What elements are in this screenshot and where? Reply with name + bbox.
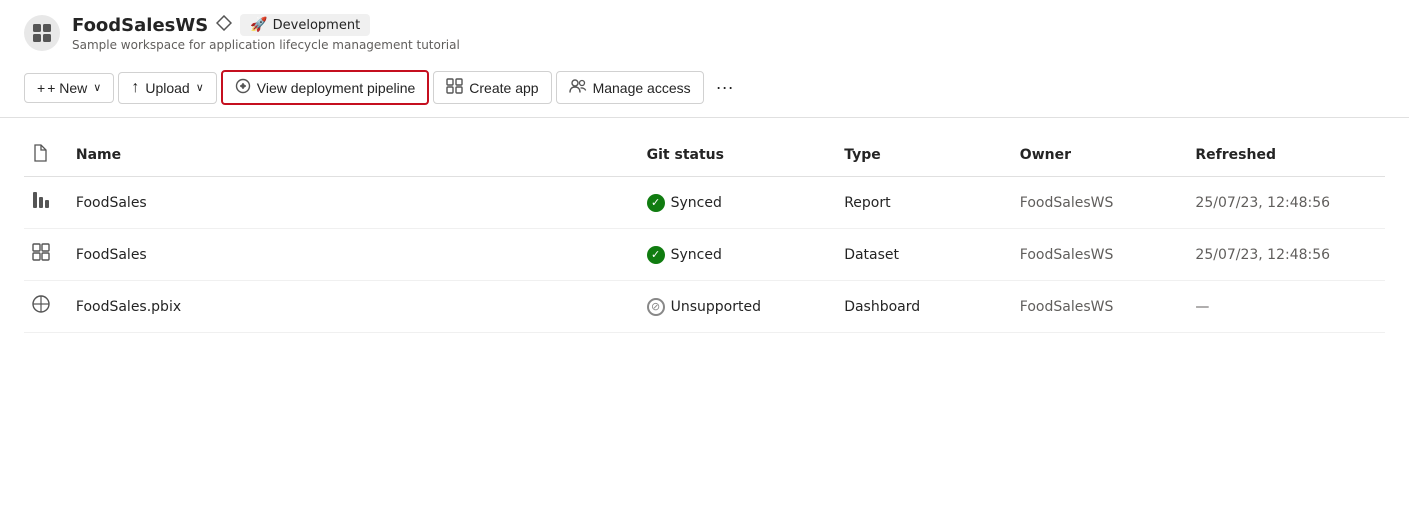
more-options-button[interactable]: ···	[708, 71, 742, 104]
git-status-label: Unsupported	[671, 299, 761, 315]
workspace-name: FoodSalesWS	[72, 15, 208, 36]
row-refreshed: 25/07/23, 12:48:56	[1187, 177, 1385, 229]
items-table: Name Git status Type Owner Refreshed Foo…	[24, 134, 1385, 333]
manage-access-icon	[569, 78, 587, 97]
row-type: Dataset	[836, 229, 1012, 281]
col-icon	[24, 134, 68, 177]
manage-access-button[interactable]: Manage access	[556, 71, 704, 104]
workspace-header: FoodSalesWS 🚀 Development Sample workspa…	[0, 0, 1409, 62]
table-row[interactable]: FoodSales.pbix ⊘ Unsupported DashboardFoodS…	[24, 281, 1385, 333]
workspace-subtitle: Sample workspace for application lifecyc…	[72, 38, 460, 52]
col-refreshed: Refreshed	[1187, 134, 1385, 177]
workspace-avatar	[24, 15, 60, 51]
upload-button[interactable]: ↑ Upload ∨	[118, 72, 216, 104]
row-owner: FoodSalesWS	[1012, 281, 1188, 333]
row-name[interactable]: FoodSales	[68, 177, 639, 229]
col-owner: Owner	[1012, 134, 1188, 177]
git-status-label: Synced	[671, 247, 722, 263]
pipeline-icon	[235, 78, 251, 97]
new-button[interactable]: + + New ∨	[24, 73, 114, 103]
upload-icon: ↑	[131, 79, 139, 97]
create-app-icon	[446, 78, 463, 97]
row-git-status: ✓ Synced	[639, 177, 837, 229]
row-name[interactable]: FoodSales.pbix	[68, 281, 639, 333]
table-row[interactable]: FoodSales ✓ Synced ReportFoodSalesWS25/07/2…	[24, 177, 1385, 229]
new-chevron-icon: ∨	[93, 81, 101, 94]
upload-chevron-icon: ∨	[196, 81, 204, 94]
file-icon	[32, 150, 48, 166]
row-type: Report	[836, 177, 1012, 229]
unsupported-icon: ⊘	[647, 298, 665, 316]
row-owner: FoodSalesWS	[1012, 229, 1188, 281]
rocket-icon: 🚀	[250, 17, 267, 33]
git-status-label: Synced	[671, 195, 722, 211]
row-git-status: ⊘ Unsupported	[639, 281, 837, 333]
row-icon	[24, 229, 68, 281]
row-icon	[24, 281, 68, 333]
row-refreshed: —	[1187, 281, 1385, 333]
synced-icon: ✓	[647, 246, 665, 264]
table-header-row: Name Git status Type Owner Refreshed	[24, 134, 1385, 177]
table-row[interactable]: FoodSales ✓ Synced DatasetFoodSalesWS25/07/…	[24, 229, 1385, 281]
more-icon: ···	[716, 77, 734, 98]
dev-badge: 🚀 Development	[240, 14, 370, 36]
items-table-container: Name Git status Type Owner Refreshed Foo…	[0, 118, 1409, 349]
col-name: Name	[68, 134, 639, 177]
diamond-icon	[216, 15, 232, 35]
row-type: Dashboard	[836, 281, 1012, 333]
row-refreshed: 25/07/23, 12:48:56	[1187, 229, 1385, 281]
row-owner: FoodSalesWS	[1012, 177, 1188, 229]
workspace-info: FoodSalesWS 🚀 Development Sample workspa…	[72, 14, 460, 52]
row-name[interactable]: FoodSales	[68, 229, 639, 281]
view-deployment-pipeline-button[interactable]: View deployment pipeline	[221, 70, 430, 105]
col-type: Type	[836, 134, 1012, 177]
toolbar: + + New ∨ ↑ Upload ∨ View deployment pip…	[0, 62, 1409, 117]
col-git-status: Git status	[639, 134, 837, 177]
row-git-status: ✓ Synced	[639, 229, 837, 281]
create-app-button[interactable]: Create app	[433, 71, 551, 104]
row-icon	[24, 177, 68, 229]
synced-icon: ✓	[647, 194, 665, 212]
plus-icon: +	[37, 80, 45, 96]
